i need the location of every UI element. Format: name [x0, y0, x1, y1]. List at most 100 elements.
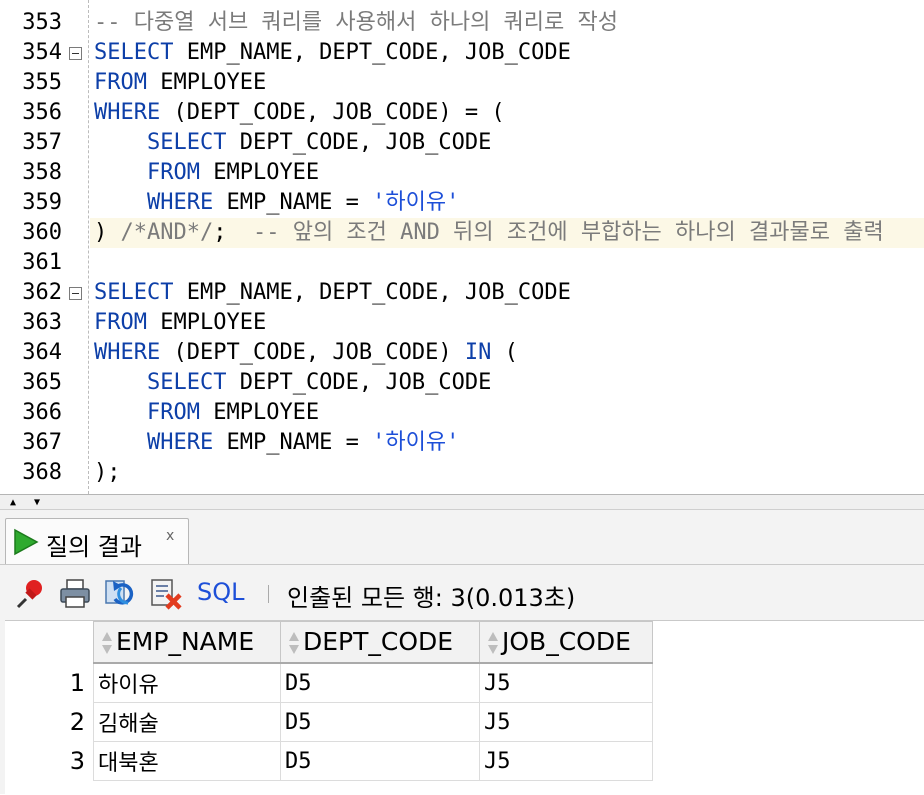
sql-keyword: IN	[464, 340, 492, 365]
code-comment: -- 다중열 서브 쿼리를 사용해서 하나의 쿼리로 작성	[94, 10, 619, 35]
sql-keyword: SELECT	[146, 370, 227, 395]
code-line[interactable]: FROM EMPLOYEE	[94, 308, 266, 338]
sort-icon	[98, 629, 116, 657]
toolbar-divider	[268, 585, 269, 603]
cell-emp-name[interactable]: 하이유	[93, 662, 281, 703]
sql-editor[interactable]: 353 -- 다중열 서브 쿼리를 사용해서 하나의 쿼리로 작성 354 SELEC…	[0, 0, 924, 494]
gutter-divider	[88, 0, 89, 494]
column-header-job-code[interactable]: JOB_CODE	[479, 621, 653, 664]
header-row: EMP_NAME DEPT_CODE JOB_CODE	[5, 621, 653, 664]
sql-keyword: FROM	[94, 310, 147, 335]
cell-job-code[interactable]: J5	[479, 662, 653, 703]
column-header-label: DEPT_CODE	[303, 627, 454, 656]
cell-emp-name[interactable]: 김해술	[93, 702, 281, 742]
code-text: DEPT_CODE, JOB_CODE	[226, 130, 492, 155]
sql-keyword: FROM	[146, 400, 200, 425]
splitter-up-arrow-icon[interactable]: ▲	[10, 498, 16, 508]
column-header-dept-code[interactable]: DEPT_CODE	[280, 621, 480, 664]
fetch-status: 인출된 모든 행: 3(0.013초)	[287, 584, 576, 612]
result-grid[interactable]: EMP_NAME DEPT_CODE JOB_CODE 1 하이유 D5 J5 …	[5, 620, 924, 795]
code-line[interactable]: );	[94, 458, 121, 488]
line-number: 365	[22, 370, 62, 395]
code-text: EMP_NAME =	[213, 190, 373, 215]
sort-icon	[484, 629, 502, 657]
panel-splitter[interactable]: ▲ ▼	[0, 494, 924, 510]
refresh-icon[interactable]	[104, 577, 138, 611]
code-text: ;	[213, 220, 253, 245]
code-line[interactable]: SELECT EMP_NAME, DEPT_CODE, JOB_CODE	[94, 38, 571, 68]
code-line[interactable]: FROM EMPLOYEE	[94, 398, 319, 428]
sql-button[interactable]: SQL	[197, 578, 245, 606]
code-text: );	[94, 460, 121, 485]
sql-keyword: WHERE	[94, 340, 161, 365]
line-number: 361	[22, 250, 62, 275]
code-line[interactable]: FROM EMPLOYEE	[94, 68, 266, 98]
sql-keyword: FROM	[146, 160, 200, 185]
code-line[interactable]: SELECT DEPT_CODE, JOB_CODE	[94, 128, 491, 158]
row-number-header	[5, 621, 94, 663]
result-tab-bar: 질의 결과 x	[0, 510, 924, 564]
close-icon[interactable]: x	[166, 528, 174, 544]
line-number: 362	[22, 280, 62, 305]
row-number: 2	[5, 702, 94, 742]
pin-icon[interactable]	[14, 577, 48, 611]
code-text: EMPLOYEE	[146, 70, 267, 95]
code-text: (	[491, 340, 518, 365]
row-number: 3	[5, 741, 94, 781]
cell-job-code[interactable]: J5	[479, 702, 653, 742]
sql-keyword: SELECT	[94, 280, 174, 305]
code-text: )	[94, 220, 121, 245]
line-number: 368	[22, 460, 62, 485]
table-row[interactable]: 1 하이유 D5 J5	[5, 662, 653, 703]
tab-query-result[interactable]: 질의 결과 x	[5, 518, 189, 564]
collapse-icon[interactable]	[69, 287, 82, 300]
result-toolbar: SQL 인출된 모든 행: 3(0.013초)	[0, 564, 924, 620]
splitter-down-arrow-icon[interactable]: ▼	[34, 498, 40, 508]
code-line[interactable]: WHERE (DEPT_CODE, JOB_CODE) = (	[94, 98, 505, 128]
sql-keyword: SELECT	[94, 40, 174, 65]
line-number: 360	[22, 220, 62, 245]
code-line[interactable]: SELECT EMP_NAME, DEPT_CODE, JOB_CODE	[94, 278, 571, 308]
code-line[interactable]: -- 다중열 서브 쿼리를 사용해서 하나의 쿼리로 작성	[94, 8, 618, 38]
line-number: 355	[22, 70, 62, 95]
sql-keyword: SELECT	[146, 130, 227, 155]
line-number: 354	[22, 40, 62, 65]
cell-emp-name[interactable]: 대북혼	[93, 741, 281, 781]
code-text: DEPT_CODE, JOB_CODE	[226, 370, 492, 395]
sql-keyword: WHERE	[94, 100, 161, 125]
run-play-icon	[14, 528, 39, 556]
code-line[interactable]: SELECT DEPT_CODE, JOB_CODE	[94, 368, 491, 398]
code-line[interactable]: FROM EMPLOYEE	[94, 158, 319, 188]
line-number: 367	[22, 430, 62, 455]
code-comment: -- 앞의 조건 AND 뒤의 조건에 부합하는 하나의 결과물로 출력	[252, 220, 884, 245]
cell-dept-code[interactable]: D5	[280, 702, 480, 742]
cell-dept-code[interactable]: D5	[280, 662, 480, 703]
line-number: 366	[22, 400, 62, 425]
code-text: EMP_NAME =	[213, 430, 373, 455]
code-line[interactable]: WHERE EMP_NAME = '하이유'	[94, 428, 459, 458]
line-number: 357	[22, 130, 62, 155]
collapse-icon[interactable]	[69, 47, 82, 60]
line-number: 353	[22, 10, 62, 35]
column-header-label: EMP_NAME	[116, 627, 255, 656]
code-line[interactable]: WHERE EMP_NAME = '하이유'	[94, 188, 459, 218]
code-text: (DEPT_CODE, JOB_CODE) = (	[160, 100, 505, 125]
table-row[interactable]: 2 김해술 D5 J5	[5, 702, 653, 742]
cell-job-code[interactable]: J5	[479, 741, 653, 781]
string-literal: '하이유'	[372, 430, 460, 455]
code-line[interactable]: WHERE (DEPT_CODE, JOB_CODE) IN (	[94, 338, 518, 368]
result-table: EMP_NAME DEPT_CODE JOB_CODE 1 하이유 D5 J5 …	[5, 621, 653, 781]
query-result-panel: 질의 결과 x SQL 인출된 모든 행: 3(0.013초) EMP_NAME…	[0, 510, 924, 795]
table-row[interactable]: 3 대북혼 D5 J5	[5, 741, 653, 781]
row-number: 1	[5, 663, 94, 703]
export-icon[interactable]	[150, 577, 184, 611]
print-icon[interactable]	[58, 577, 92, 611]
code-line[interactable]: ) /*AND*/; -- 앞의 조건 AND 뒤의 조건에 부합하는 하나의 …	[94, 218, 884, 248]
column-header-emp-name[interactable]: EMP_NAME	[93, 621, 281, 664]
cell-dept-code[interactable]: D5	[280, 741, 480, 781]
sort-icon	[285, 629, 303, 657]
